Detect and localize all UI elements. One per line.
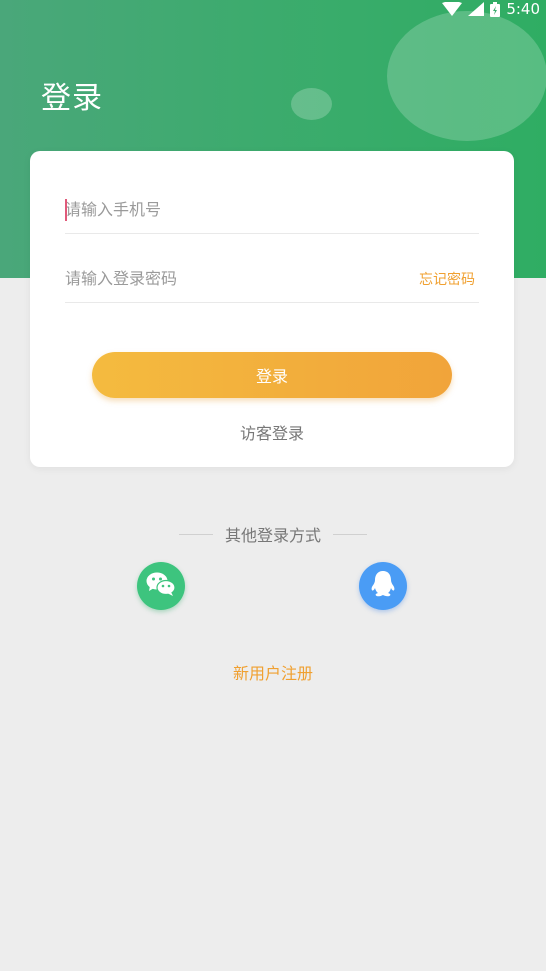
- wifi-icon: [442, 2, 463, 16]
- qq-login-button[interactable]: [359, 562, 407, 610]
- page-title: 登录: [41, 81, 103, 116]
- status-bar: 5:40: [442, 0, 540, 18]
- wechat-icon: [146, 571, 176, 601]
- forgot-password-link[interactable]: 忘记密码: [419, 269, 475, 289]
- signal-icon: [468, 2, 485, 16]
- other-login-divider: 其他登录方式: [0, 522, 546, 546]
- password-field: 忘记密码: [65, 255, 479, 303]
- login-button[interactable]: 登录: [92, 352, 452, 398]
- decorative-circle-large: [387, 11, 546, 141]
- qq-icon: [370, 570, 396, 602]
- wechat-login-button[interactable]: [137, 562, 185, 610]
- login-card: 忘记密码 登录 访客登录: [30, 151, 514, 467]
- login-screen: 5:40 登录 忘记密码 登录 访客登录 其他登录方式: [0, 0, 546, 971]
- phone-field: [65, 186, 479, 234]
- other-login-label: 其他登录方式: [224, 526, 321, 545]
- divider-line-left: [178, 533, 213, 535]
- decorative-circle-small: [291, 88, 332, 120]
- divider-line-right: [333, 533, 367, 535]
- status-time: 5:40: [506, 0, 540, 18]
- register-link[interactable]: 新用户注册: [0, 660, 546, 684]
- text-cursor: [65, 199, 67, 221]
- phone-input[interactable]: [65, 200, 365, 219]
- password-input[interactable]: [65, 269, 365, 288]
- guest-login-link[interactable]: 访客登录: [30, 420, 514, 444]
- battery-icon: [490, 1, 501, 17]
